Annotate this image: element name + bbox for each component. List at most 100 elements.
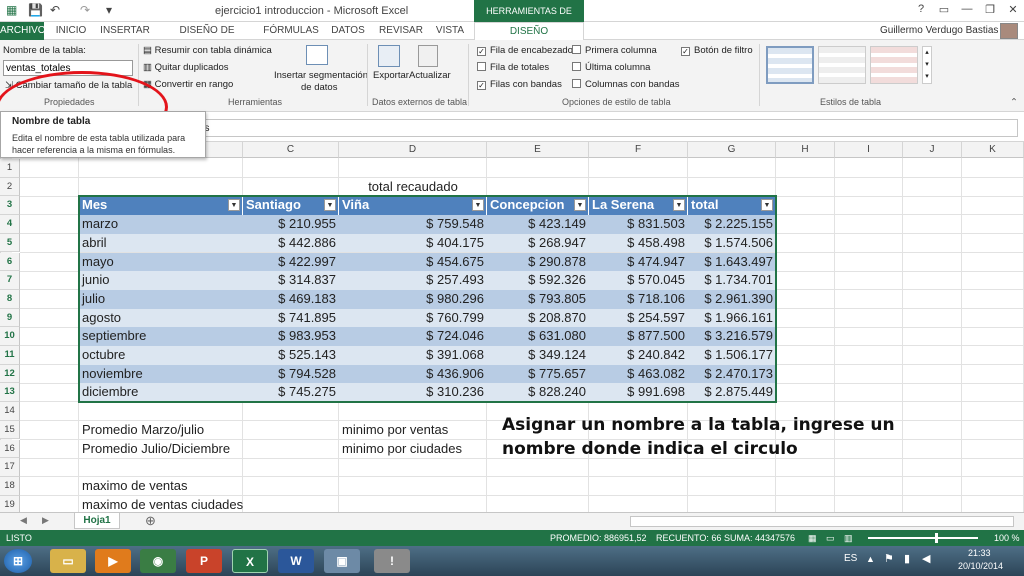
table-cell[interactable]: $ 268.947 xyxy=(487,233,589,253)
table-cell[interactable]: $ 208.870 xyxy=(487,308,589,328)
table-header-cell[interactable]: La Serena ▼ xyxy=(589,196,688,216)
table-cell[interactable]: $ 775.657 xyxy=(487,364,589,384)
undo-icon[interactable]: ↶ xyxy=(50,3,60,17)
table-cell[interactable]: $ 1.643.497 xyxy=(688,252,776,272)
filter-button-checkbox[interactable]: ✓ Botón de filtro xyxy=(681,45,753,56)
pivot-button[interactable]: ▤ Resumir con tabla dinámica xyxy=(143,45,272,56)
table-cell[interactable]: $ 760.799 xyxy=(339,308,487,328)
table-cell[interactable]: $ 3.216.579 xyxy=(688,327,776,346)
table-cell[interactable]: $ 442.886 xyxy=(243,233,339,253)
table-cell[interactable]: agosto xyxy=(79,308,243,328)
table-cell[interactable]: $ 525.143 xyxy=(243,346,339,365)
next-sheet-icon[interactable]: ▶ xyxy=(42,515,49,526)
filter-dropdown-icon[interactable]: ▼ xyxy=(673,199,685,212)
table-cell[interactable]: $ 463.082 xyxy=(589,364,688,384)
powerpoint-icon[interactable]: P xyxy=(186,549,222,573)
table-cell[interactable]: $ 2.225.155 xyxy=(688,215,776,234)
table-cell[interactable]: mayo xyxy=(79,252,243,272)
table-cell[interactable]: abril xyxy=(79,233,243,253)
table-cell[interactable]: $ 1.506.177 xyxy=(688,346,776,365)
last-column-checkbox[interactable]: Última columna xyxy=(572,62,650,73)
row-header[interactable]: 3 xyxy=(0,196,20,216)
column-header[interactable]: E xyxy=(487,142,589,158)
close-button[interactable]: ✕ xyxy=(1004,3,1022,18)
tab-inicio[interactable]: INICIO xyxy=(50,22,92,40)
minimize-button[interactable]: — xyxy=(958,3,976,18)
filter-dropdown-icon[interactable]: ▼ xyxy=(228,199,240,212)
first-column-checkbox[interactable]: Primera columna xyxy=(572,45,657,56)
tab-vista[interactable]: VISTA xyxy=(432,22,468,40)
start-icon[interactable]: ⊞ xyxy=(4,549,32,573)
column-header[interactable]: J xyxy=(903,142,962,158)
table-cell[interactable]: $ 458.498 xyxy=(589,233,688,253)
help-button[interactable]: ? xyxy=(912,3,930,18)
label-minimo-ventas[interactable]: minimo por ventas xyxy=(342,421,448,439)
filter-dropdown-icon[interactable]: ▼ xyxy=(324,199,336,212)
table-cell[interactable]: $ 1.574.506 xyxy=(688,233,776,253)
table-cell[interactable]: noviembre xyxy=(79,364,243,384)
table-cell[interactable]: $ 828.240 xyxy=(487,383,589,403)
table-cell[interactable]: $ 391.068 xyxy=(339,346,487,365)
tab-formulas[interactable]: FÓRMULAS xyxy=(260,22,322,40)
table-cell[interactable]: $ 2.875.449 xyxy=(688,383,776,403)
slicer-label-2[interactable]: de datos xyxy=(301,82,337,93)
table-cell[interactable]: $ 2.961.390 xyxy=(688,289,776,309)
horizontal-scrollbar[interactable] xyxy=(630,516,1014,527)
table-cell[interactable]: $ 257.493 xyxy=(339,271,487,290)
redo-icon[interactable]: ↷ xyxy=(80,3,90,17)
column-header[interactable]: K xyxy=(962,142,1024,158)
label-promedio-julio-diciembre[interactable]: Promedio Julio/Diciembre xyxy=(82,440,230,458)
slicer-label-1[interactable]: Insertar segmentación xyxy=(274,70,368,81)
table-cell[interactable]: $ 314.837 xyxy=(243,271,339,290)
formula-input[interactable]: es xyxy=(192,119,1018,137)
collapse-ribbon-icon[interactable]: ⌃ xyxy=(1010,97,1018,108)
save-icon[interactable]: 💾 xyxy=(28,3,43,17)
normal-view-icon[interactable]: ▦ xyxy=(808,530,817,546)
row-header[interactable]: 19 xyxy=(0,495,20,512)
table-caption[interactable]: total recaudado xyxy=(339,178,487,196)
filter-dropdown-icon[interactable]: ▼ xyxy=(574,199,586,212)
table-cell[interactable]: $ 718.106 xyxy=(589,289,688,309)
filter-dropdown-icon[interactable]: ▼ xyxy=(472,199,484,212)
tab-insertar[interactable]: INSERTAR xyxy=(98,22,152,40)
table-cell[interactable]: $ 469.183 xyxy=(243,289,339,309)
table-cell[interactable]: marzo xyxy=(79,215,243,234)
row-header[interactable]: 1 xyxy=(0,159,20,178)
table-style-2[interactable] xyxy=(818,46,866,84)
explorer-icon[interactable]: ▭ xyxy=(50,549,86,573)
table-cell[interactable]: $ 474.947 xyxy=(589,252,688,272)
table-cell[interactable]: $ 877.500 xyxy=(589,327,688,346)
column-header[interactable]: D xyxy=(339,142,487,158)
table-cell[interactable]: $ 741.895 xyxy=(243,308,339,328)
row-header[interactable]: 5 xyxy=(0,233,20,253)
table-cell[interactable]: $ 310.236 xyxy=(339,383,487,403)
table-header-cell[interactable]: Viña ▼ xyxy=(339,196,487,216)
refresh-icon[interactable] xyxy=(418,45,438,67)
tab-archivo[interactable]: ARCHIVO xyxy=(0,22,46,40)
label-minimo-ciudades[interactable]: minimo por ciudades xyxy=(342,440,462,458)
table-cell[interactable]: $ 254.597 xyxy=(589,308,688,328)
column-header[interactable]: G xyxy=(688,142,776,158)
table-cell[interactable]: $ 1.966.161 xyxy=(688,308,776,328)
table-header-cell[interactable]: total ▼ xyxy=(688,196,776,216)
table-cell[interactable]: $ 991.698 xyxy=(589,383,688,403)
table-style-1[interactable] xyxy=(766,46,814,84)
column-header[interactable]: H xyxy=(776,142,835,158)
table-cell[interactable]: $ 724.046 xyxy=(339,327,487,346)
customize-qat-icon[interactable]: ▾ xyxy=(106,3,112,17)
export-button[interactable]: Exportar xyxy=(373,70,409,81)
tab-diseno[interactable]: DISEÑO xyxy=(474,22,584,40)
prev-sheet-icon[interactable]: ◀ xyxy=(20,515,27,526)
page-layout-icon[interactable]: ▭ xyxy=(826,530,835,546)
export-icon[interactable] xyxy=(378,45,400,67)
row-header[interactable]: 9 xyxy=(0,308,20,328)
table-cell[interactable]: $ 631.080 xyxy=(487,327,589,346)
table-header-cell[interactable]: Mes ▼ xyxy=(79,196,243,216)
label-maximo-ventas[interactable]: maximo de ventas xyxy=(82,477,188,495)
zoom-level[interactable]: 100 % xyxy=(994,530,1020,546)
refresh-button[interactable]: Actualizar xyxy=(409,70,451,81)
row-header[interactable]: 17 xyxy=(0,458,20,477)
page-break-icon[interactable]: ▥ xyxy=(844,530,853,546)
table-cell[interactable]: $ 1.734.701 xyxy=(688,271,776,290)
media-player-icon[interactable]: ▶ xyxy=(95,549,131,573)
